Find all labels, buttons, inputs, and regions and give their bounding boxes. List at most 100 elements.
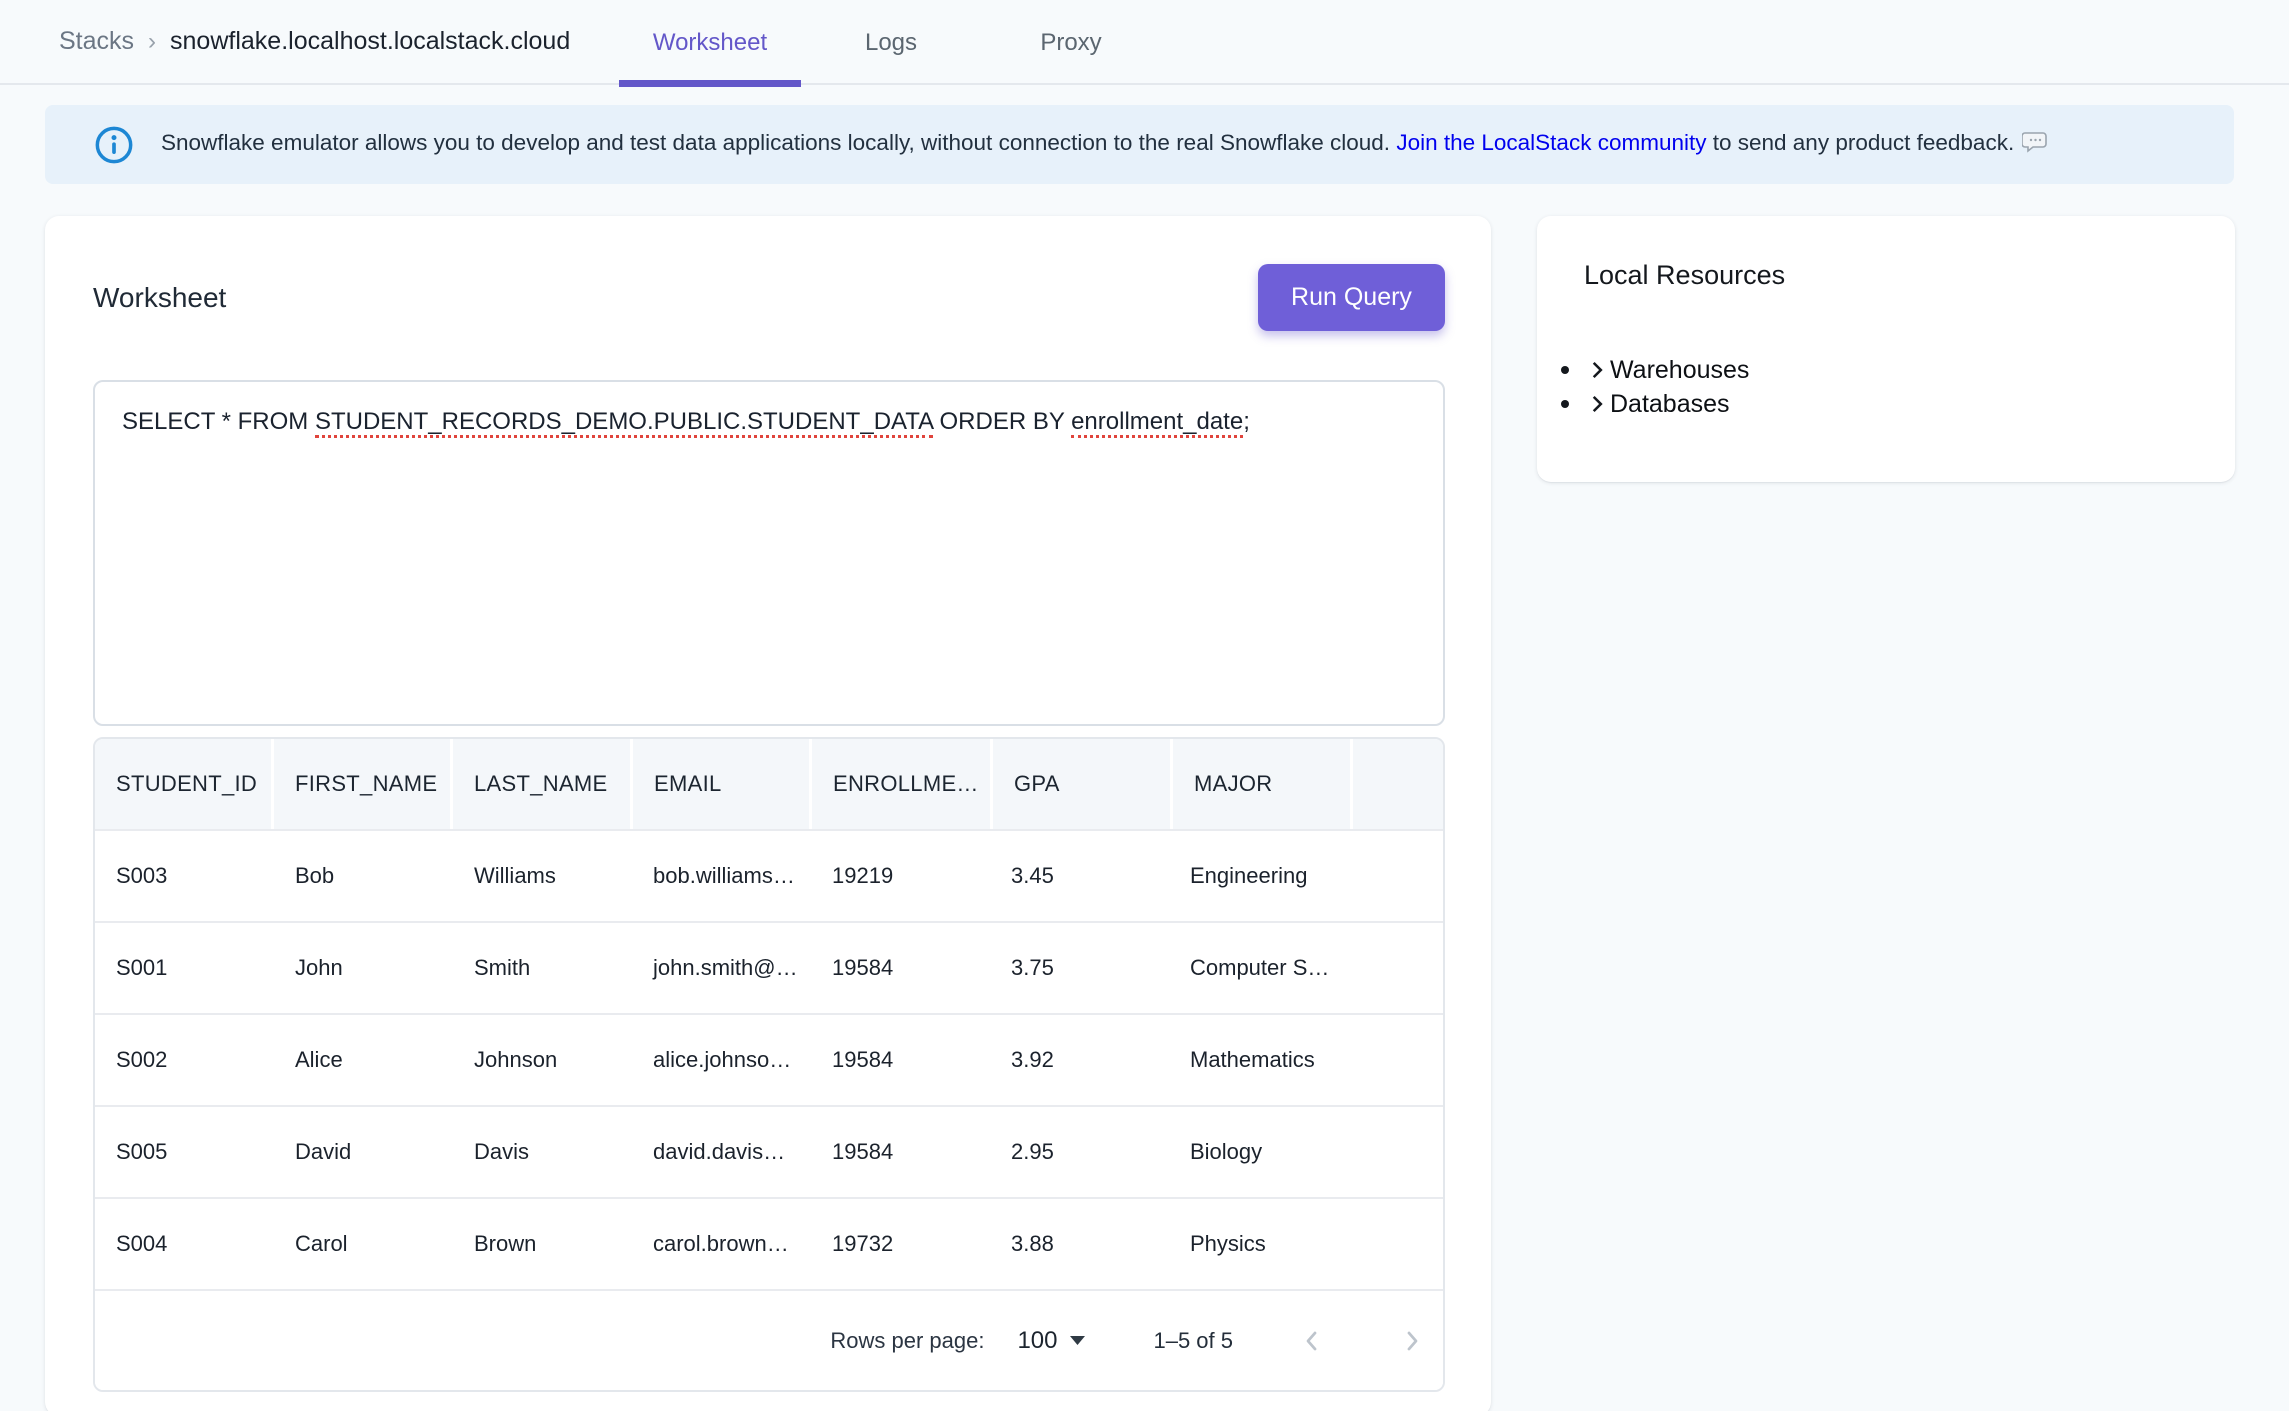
rows-per-page-value: 100 [1017, 1327, 1057, 1355]
sql-text-segment: ORDER BY [933, 408, 1071, 435]
table-cell[interactable]: Smith [453, 923, 632, 1013]
table-cell[interactable]: 19219 [811, 831, 990, 921]
chevron-right-icon [1586, 393, 1608, 415]
table-cell[interactable]: Engineering [1169, 831, 1348, 921]
community-link[interactable]: Join the LocalStack community [1396, 130, 1706, 155]
table-row[interactable]: S004 Carol Brown carol.brown… 19732 3.88… [95, 1197, 1443, 1289]
dropdown-arrow-icon [1069, 1335, 1086, 1346]
rows-per-page-label: Rows per page: [830, 1328, 984, 1354]
table-cell[interactable]: 2.95 [990, 1107, 1169, 1197]
resource-item-label: Databases [1610, 390, 1730, 419]
table-cell[interactable]: Computer S… [1169, 923, 1348, 1013]
local-resources-card: Local Resources Warehouses Databases [1537, 216, 2235, 482]
table-cell-filler [1348, 923, 1443, 1013]
chevron-right-icon [1586, 359, 1608, 381]
table-cell[interactable]: Biology [1169, 1107, 1348, 1197]
table-cell[interactable]: John [274, 923, 453, 1013]
table-cell[interactable]: bob.williams… [632, 831, 811, 921]
table-cell[interactable]: S001 [95, 923, 274, 1013]
header-cell-gpa[interactable]: GPA [993, 739, 1173, 829]
table-cell[interactable]: 19732 [811, 1199, 990, 1289]
table-cell[interactable]: Williams [453, 831, 632, 921]
header-cell-student-id[interactable]: STUDENT_ID [95, 739, 274, 829]
table-cell[interactable]: 19584 [811, 923, 990, 1013]
local-resources-title: Local Resources [1584, 260, 2195, 291]
breadcrumb-stacks-link[interactable]: Stacks [59, 27, 134, 56]
table-cell[interactable]: 3.75 [990, 923, 1169, 1013]
tab-logs[interactable]: Logs [830, 0, 952, 85]
table-cell[interactable]: Bob [274, 831, 453, 921]
table-cell[interactable]: 3.45 [990, 831, 1169, 921]
table-cell[interactable]: Brown [453, 1199, 632, 1289]
banner-text-before: Snowflake emulator allows you to develop… [161, 130, 1396, 155]
sql-text-segment-misspelled: STUDENT_RECORDS_DEMO.PUBLIC.STUDENT_DATA [315, 408, 933, 438]
table-cell[interactable]: S004 [95, 1199, 274, 1289]
table-cell-filler [1348, 831, 1443, 921]
bullet-icon [1561, 366, 1569, 374]
resource-item-label: Warehouses [1610, 356, 1749, 385]
top-nav: Stacks › snowflake.localhost.localstack.… [0, 0, 2289, 85]
table-row[interactable]: S001 John Smith john.smith@… 19584 3.75 … [95, 921, 1443, 1013]
table-cell[interactable]: 19584 [811, 1107, 990, 1197]
table-cell[interactable]: 19584 [811, 1015, 990, 1105]
breadcrumb-current-stack: snowflake.localhost.localstack.cloud [170, 27, 570, 56]
table-cell-filler [1348, 1015, 1443, 1105]
tab-worksheet-label: Worksheet [653, 29, 767, 57]
tab-proxy-label: Proxy [1040, 29, 1101, 57]
local-resources-list: Warehouses Databases [1561, 353, 2195, 421]
results-grid-header: STUDENT_ID FIRST_NAME LAST_NAME EMAIL EN… [95, 739, 1443, 829]
banner-text: Snowflake emulator allows you to develop… [161, 129, 2049, 160]
resource-item-databases[interactable]: Databases [1561, 387, 2195, 421]
sql-text-segment: ; [1243, 408, 1250, 435]
table-cell[interactable]: Carol [274, 1199, 453, 1289]
table-cell[interactable]: S005 [95, 1107, 274, 1197]
next-page-button[interactable] [1391, 1320, 1433, 1362]
breadcrumb-separator-icon: › [148, 28, 156, 56]
table-cell[interactable]: David [274, 1107, 453, 1197]
header-cell-filler [1353, 739, 1443, 829]
active-tab-indicator [619, 80, 801, 87]
header-cell-email[interactable]: EMAIL [633, 739, 812, 829]
table-cell[interactable]: Davis [453, 1107, 632, 1197]
info-icon [94, 125, 134, 165]
table-cell[interactable]: david.davis… [632, 1107, 811, 1197]
table-cell[interactable]: Alice [274, 1015, 453, 1105]
pagination-bar: Rows per page: 100 1–5 of 5 [95, 1289, 1443, 1390]
worksheet-card-header: Worksheet Run Query [93, 264, 1445, 331]
table-cell[interactable]: 3.92 [990, 1015, 1169, 1105]
table-cell[interactable]: S003 [95, 831, 274, 921]
run-query-button[interactable]: Run Query [1258, 264, 1445, 331]
worksheet-title: Worksheet [93, 282, 226, 314]
header-cell-last-name[interactable]: LAST_NAME [453, 739, 633, 829]
pagination-range: 1–5 of 5 [1153, 1328, 1233, 1354]
rows-per-page-select[interactable]: 100 [1017, 1327, 1086, 1355]
table-cell[interactable]: john.smith@… [632, 923, 811, 1013]
table-cell[interactable]: carol.brown… [632, 1199, 811, 1289]
table-row[interactable]: S003 Bob Williams bob.williams… 19219 3.… [95, 829, 1443, 921]
breadcrumb: Stacks › snowflake.localhost.localstack.… [59, 27, 570, 56]
resource-item-warehouses[interactable]: Warehouses [1561, 353, 2195, 387]
previous-page-button[interactable] [1291, 1320, 1333, 1362]
table-row[interactable]: S005 David Davis david.davis… 19584 2.95… [95, 1105, 1443, 1197]
worksheet-card: Worksheet Run Query SELECT * FROM STUDEN… [45, 216, 1491, 1411]
table-row[interactable]: S002 Alice Johnson alice.johnso… 19584 3… [95, 1013, 1443, 1105]
results-grid: STUDENT_ID FIRST_NAME LAST_NAME EMAIL EN… [93, 737, 1445, 1392]
main-content: Worksheet Run Query SELECT * FROM STUDEN… [45, 216, 2235, 1411]
table-cell[interactable]: 3.88 [990, 1199, 1169, 1289]
table-cell[interactable]: Johnson [453, 1015, 632, 1105]
tab-worksheet[interactable]: Worksheet [619, 0, 801, 85]
speech-bubble-icon [2022, 129, 2049, 160]
table-cell[interactable]: alice.johnso… [632, 1015, 811, 1105]
table-cell[interactable]: Physics [1169, 1199, 1348, 1289]
header-cell-enrollment-date[interactable]: ENROLLME… [812, 739, 993, 829]
tab-logs-label: Logs [865, 29, 917, 57]
banner-text-after: to send any product feedback. [1706, 130, 2014, 155]
header-cell-first-name[interactable]: FIRST_NAME [274, 739, 453, 829]
table-cell-filler [1348, 1199, 1443, 1289]
table-cell[interactable]: Mathematics [1169, 1015, 1348, 1105]
table-cell[interactable]: S002 [95, 1015, 274, 1105]
sql-text-segment: SELECT * FROM [122, 408, 315, 435]
header-cell-major[interactable]: MAJOR [1173, 739, 1353, 829]
tab-proxy[interactable]: Proxy [1010, 0, 1132, 85]
sql-editor[interactable]: SELECT * FROM STUDENT_RECORDS_DEMO.PUBLI… [93, 380, 1445, 726]
